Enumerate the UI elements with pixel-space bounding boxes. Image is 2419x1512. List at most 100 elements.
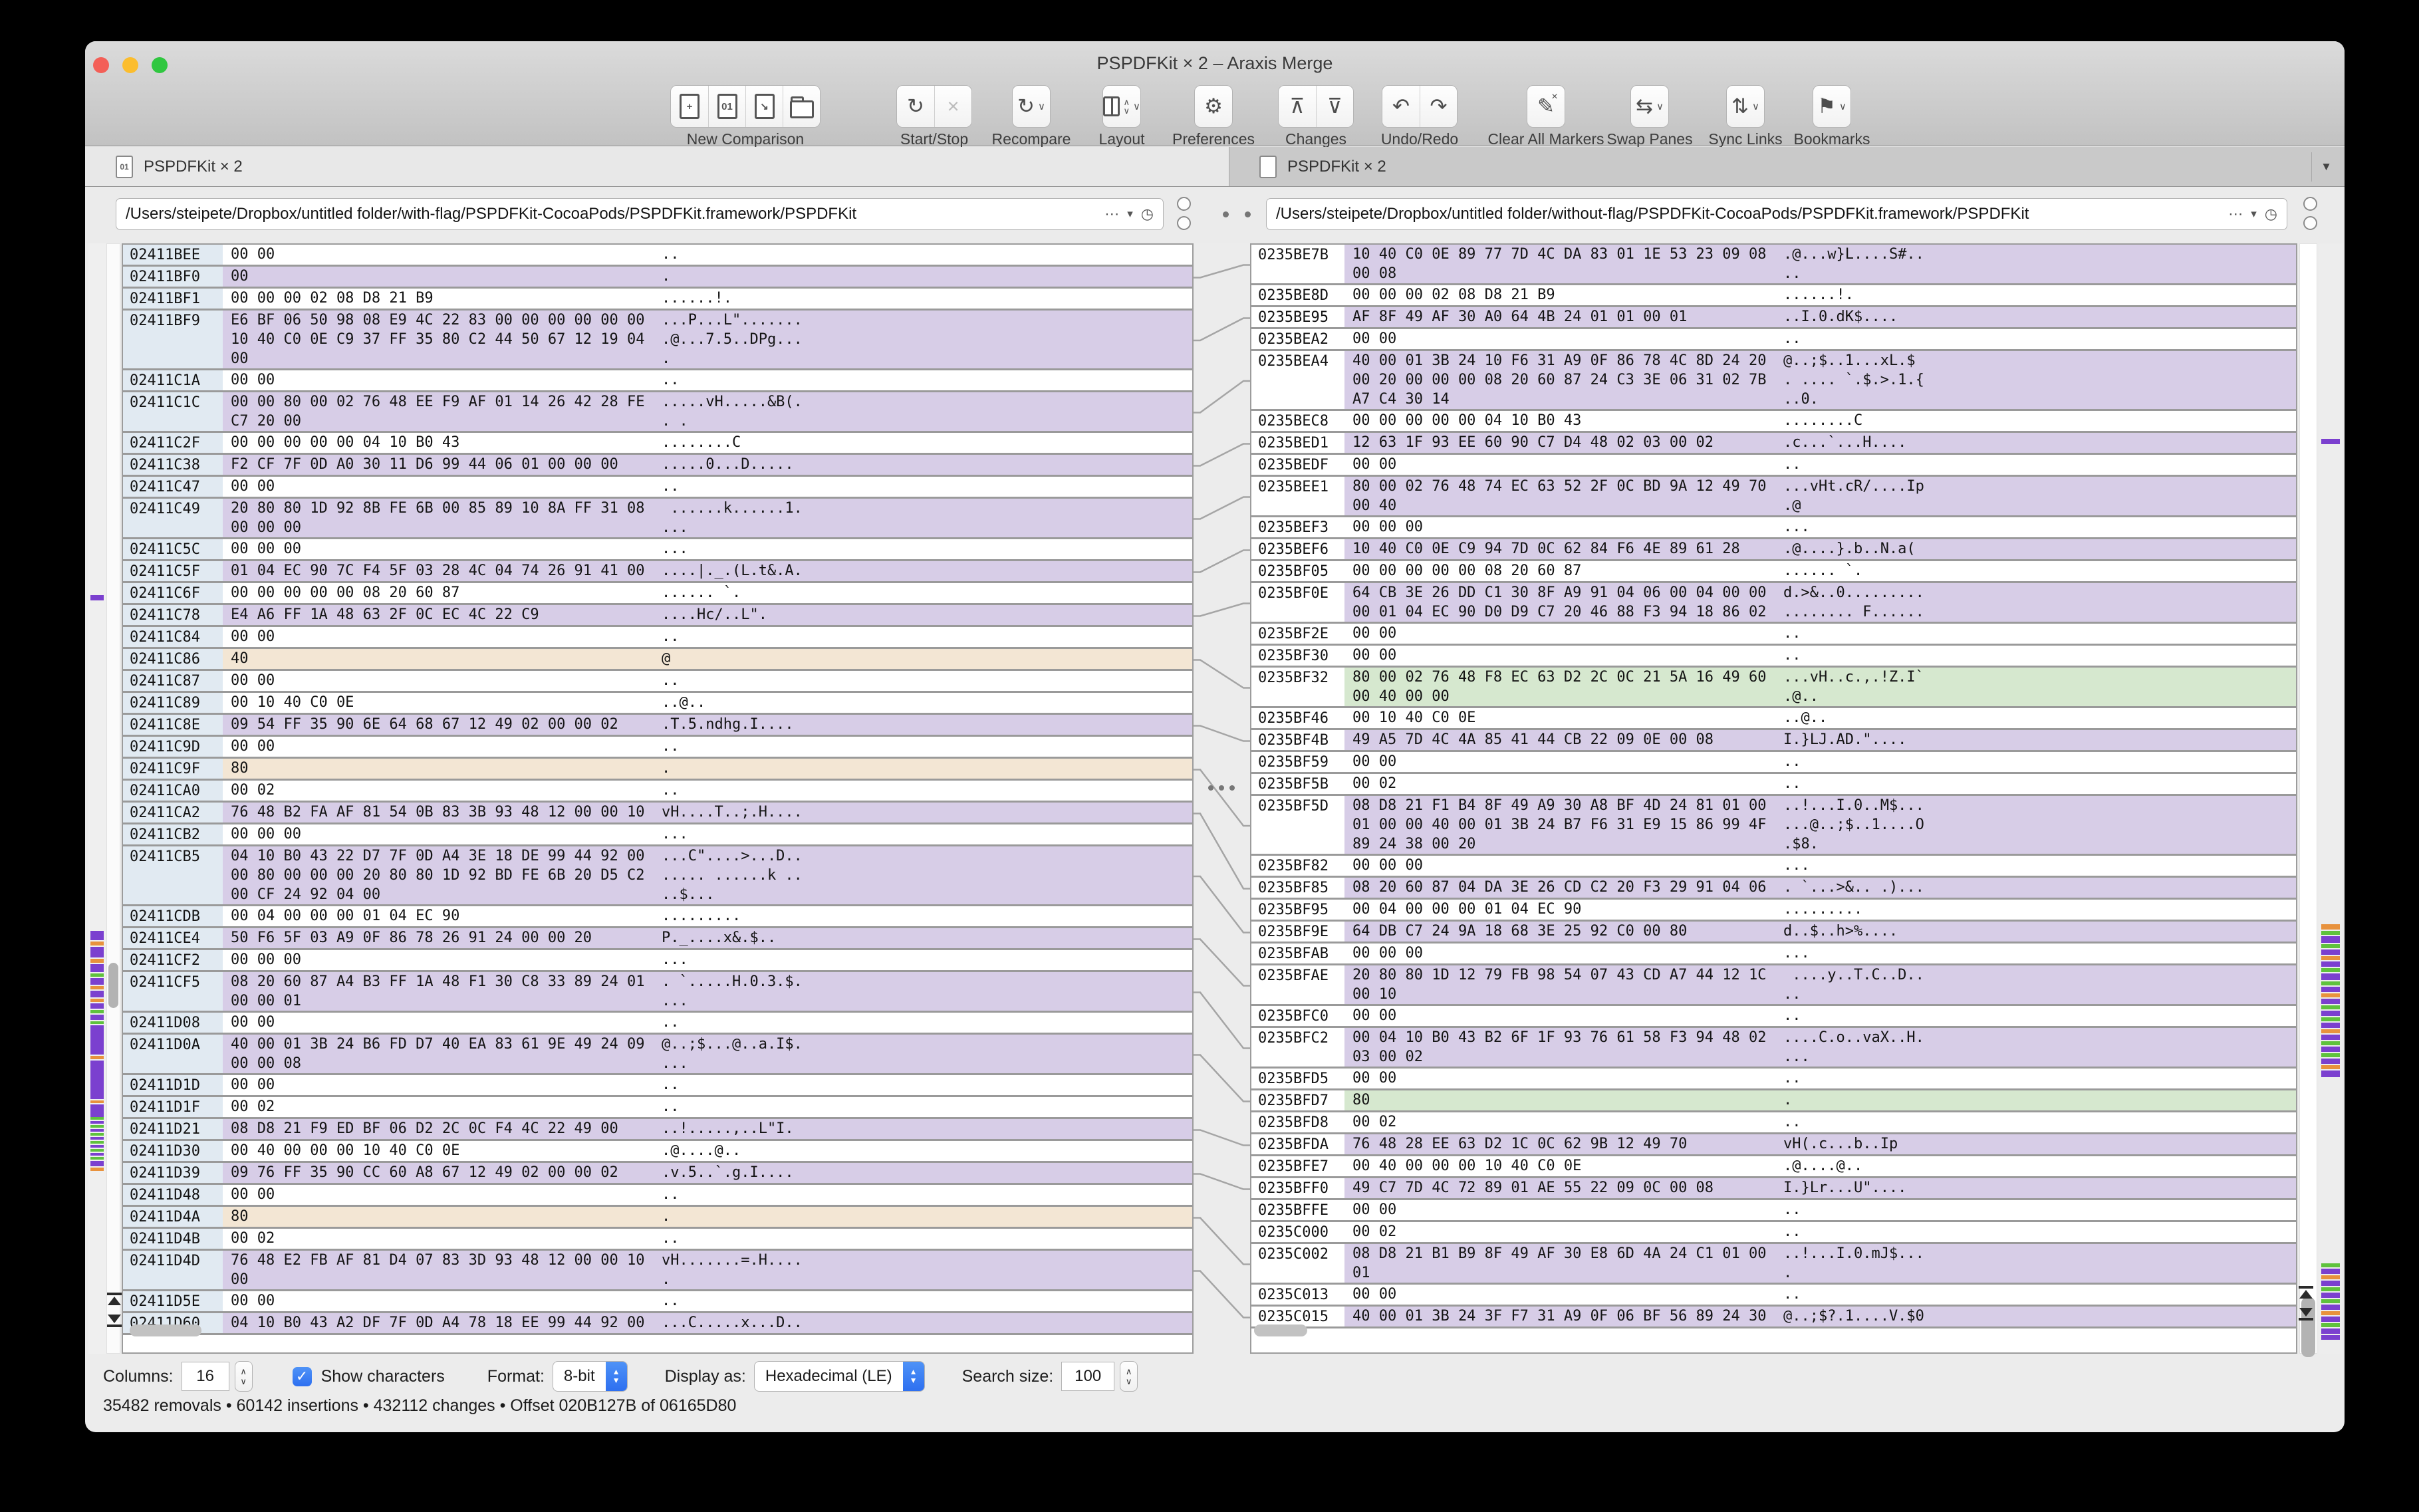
hex-row[interactable]: 0235BFAB00 00 00... xyxy=(1251,944,2296,965)
hex-row[interactable]: 02411CE450 F6 5F 03 A9 0F 86 78 26 91 24… xyxy=(123,928,1192,950)
right-file-path-field[interactable]: /Users/steipete/Dropbox/untitled folder/… xyxy=(1266,198,2287,230)
hex-row[interactable]: 02411C8700 00.. xyxy=(123,671,1192,693)
hex-row[interactable]: 0235BF2E00 00.. xyxy=(1251,624,2296,646)
left-pane-radio-bottom[interactable] xyxy=(1177,216,1191,230)
columns-input[interactable]: 16 xyxy=(182,1362,229,1391)
hex-row[interactable]: 0235BEF610 40 C0 0E C9 94 7D 0C 62 84 F6… xyxy=(1251,539,2296,561)
hex-row[interactable]: 02411D5E00 00.. xyxy=(123,1291,1192,1313)
hex-row[interactable]: 02411C1A00 00.. xyxy=(123,370,1192,392)
hex-row[interactable]: 0235BEE180 00 02 76 48 74 EC 63 52 2F 0C… xyxy=(1251,477,2296,517)
hex-row[interactable]: 02411D2108 D8 21 F9 ED BF 06 D2 2C 0C F4… xyxy=(123,1119,1192,1141)
hex-row[interactable]: 02411C8900 10 40 C0 0E..@.. xyxy=(123,693,1192,715)
clear-all-markers-button[interactable]: ✎× xyxy=(1527,86,1565,127)
hex-row[interactable]: 0235BFE700 40 00 00 00 10 40 C0 0E.@....… xyxy=(1251,1156,2296,1178)
hex-row[interactable]: 0235C00000 02.. xyxy=(1251,1222,2296,1244)
hex-row[interactable]: 0235BEF300 00 00... xyxy=(1251,517,2296,539)
start-button[interactable]: ↻ xyxy=(897,86,934,127)
hex-row[interactable]: 02411CB200 00 00... xyxy=(123,824,1192,846)
hex-row[interactable]: 0235BE95AF 8F 49 AF 30 A0 64 4B 24 01 01… xyxy=(1251,307,2296,329)
hex-row[interactable]: 0235BE8D00 00 00 02 08 D8 21 B9......!. xyxy=(1251,285,2296,307)
hex-row[interactable]: 0235BFDA76 48 28 EE 63 D2 1C 0C 62 9B 12… xyxy=(1251,1134,2296,1156)
hex-row[interactable]: 0235BED112 63 1F 93 EE 60 90 C7 D4 48 02… xyxy=(1251,433,2296,455)
hex-row[interactable]: 02411D4D76 48 E2 FB AF 81 D4 07 83 3D 93… xyxy=(123,1251,1192,1291)
left-file-path-field[interactable]: /Users/steipete/Dropbox/untitled folder/… xyxy=(116,198,1164,230)
tab-right-document[interactable]: PSPDFKit × 2 xyxy=(1259,147,1386,186)
right-pane-radio-bottom[interactable] xyxy=(2303,216,2317,230)
path-dropdown-icon[interactable]: ▾ xyxy=(2251,207,2257,221)
hex-row[interactable]: 0235BF9500 04 00 00 00 01 04 EC 90......… xyxy=(1251,900,2296,922)
hex-row[interactable]: 0235BF4600 10 40 C0 0E..@.. xyxy=(1251,708,2296,730)
right-vertical-scrollbar[interactable] xyxy=(2299,243,2317,1354)
search-size-input[interactable]: 100 xyxy=(1061,1362,1114,1391)
hex-row[interactable]: 0235BEA440 00 01 3B 24 10 F6 31 A9 0F 86… xyxy=(1251,351,2296,411)
hex-row[interactable]: 0235BFD780. xyxy=(1251,1090,2296,1112)
hex-row[interactable]: 0235BEDF00 00.. xyxy=(1251,455,2296,477)
hex-row[interactable]: 0235BF8200 00 00... xyxy=(1251,856,2296,878)
new-text-comparison-button[interactable]: + xyxy=(671,86,708,127)
layout-button[interactable]: ∧∨∨ xyxy=(1103,86,1140,127)
new-image-comparison-button[interactable]: ↘ xyxy=(745,86,783,127)
hex-row[interactable]: 02411D3909 76 FF 35 90 CC 60 A8 67 12 49… xyxy=(123,1163,1192,1185)
undo-button[interactable]: ↶ xyxy=(1382,86,1420,127)
right-change-overview-strip[interactable] xyxy=(2319,243,2342,1354)
hex-row[interactable]: 02411C5C00 00 00... xyxy=(123,539,1192,561)
new-binary-comparison-button[interactable]: 01 xyxy=(708,86,745,127)
hex-row[interactable]: 02411C4700 00.. xyxy=(123,477,1192,499)
hex-row[interactable]: 02411D4B00 02.. xyxy=(123,1229,1192,1251)
hex-row[interactable]: 0235BEA200 00.. xyxy=(1251,329,2296,351)
hex-row[interactable]: 02411D6004 10 B0 43 A2 DF 7F 0D A4 78 18… xyxy=(123,1313,1192,1335)
hex-row[interactable]: 02411CF508 20 60 87 A4 B3 FF 1A 48 F1 30… xyxy=(123,972,1192,1013)
hex-row[interactable]: 0235BF5B00 02.. xyxy=(1251,774,2296,796)
hex-row[interactable]: 02411CDB00 04 00 00 00 01 04 EC 90......… xyxy=(123,906,1192,928)
swap-panes-button[interactable]: ⇆∨ xyxy=(1631,86,1668,127)
redo-button[interactable]: ↷ xyxy=(1420,86,1457,127)
hex-row[interactable]: 02411C8640@ xyxy=(123,649,1192,671)
hex-row[interactable]: 0235BFC200 04 10 B0 43 B2 6F 1F 93 76 61… xyxy=(1251,1028,2296,1069)
hex-row[interactable]: 02411C8E09 54 FF 35 90 6E 64 68 67 12 49… xyxy=(123,715,1192,737)
hex-row[interactable]: 02411D1F00 02.. xyxy=(123,1097,1192,1119)
hex-row[interactable]: 02411BF9E6 BF 06 50 98 08 E9 4C 22 83 00… xyxy=(123,311,1192,370)
hex-row[interactable]: 02411D0A40 00 01 3B 24 B6 FD D7 40 EA 83… xyxy=(123,1035,1192,1075)
hex-row[interactable]: 02411CF200 00 00... xyxy=(123,950,1192,972)
stop-button[interactable]: × xyxy=(934,86,971,127)
recompare-button[interactable]: ↻∨ xyxy=(1013,86,1050,127)
hex-row[interactable]: 02411BF100 00 00 02 08 D8 21 B9......!. xyxy=(123,289,1192,311)
hex-row[interactable]: 02411D4800 00.. xyxy=(123,1185,1192,1207)
right-horizontal-scrollbar-thumb[interactable] xyxy=(1254,1324,1307,1336)
hex-row[interactable]: 02411CA000 02.. xyxy=(123,781,1192,803)
hex-row[interactable]: 02411C6F00 00 00 00 00 08 20 60 87......… xyxy=(123,583,1192,605)
left-pane-radio-top[interactable] xyxy=(1177,197,1191,211)
hex-row[interactable]: 02411D1D00 00.. xyxy=(123,1075,1192,1097)
left-scrollbar-thumb[interactable] xyxy=(108,963,118,1008)
hex-row[interactable]: 02411D3000 40 00 00 00 10 40 C0 0E.@....… xyxy=(123,1141,1192,1163)
search-size-stepper[interactable]: ∧∨ xyxy=(1120,1361,1138,1392)
ellipsis-icon[interactable]: ⋯ xyxy=(1104,205,1119,223)
tab-left-document[interactable]: 01 PSPDFKit × 2 xyxy=(116,147,243,186)
hex-row[interactable]: 02411C1C00 00 80 00 02 76 48 EE F9 AF 01… xyxy=(123,392,1192,433)
hex-row[interactable]: 0235BE7B10 40 C0 0E 89 77 7D 4C DA 83 01… xyxy=(1251,245,2296,285)
hex-row[interactable]: 0235BF5900 00.. xyxy=(1251,752,2296,774)
hex-row[interactable]: 0235BFFE00 00.. xyxy=(1251,1200,2296,1222)
path-dropdown-icon[interactable]: ▾ xyxy=(1127,207,1133,221)
hex-row[interactable]: 02411C9F80. xyxy=(123,759,1192,781)
hex-row[interactable]: 02411CA276 48 B2 FA AF 81 54 0B 83 3B 93… xyxy=(123,803,1192,824)
hex-row[interactable]: 02411D4A80. xyxy=(123,1207,1192,1229)
hex-row[interactable]: 02411BF000. xyxy=(123,267,1192,289)
hex-row[interactable]: 02411C38F2 CF 7F 0D A0 30 11 D6 99 44 06… xyxy=(123,455,1192,477)
hex-row[interactable]: 02411BEE00 00.. xyxy=(123,245,1192,267)
hex-row[interactable]: 02411C5F01 04 EC 90 7C F4 5F 03 28 4C 04… xyxy=(123,561,1192,583)
hex-row[interactable]: 0235BFAE20 80 80 1D 12 79 FB 98 54 07 43… xyxy=(1251,965,2296,1006)
hex-row[interactable]: 02411C8400 00.. xyxy=(123,627,1192,649)
columns-stepper[interactable]: ∧∨ xyxy=(235,1361,253,1392)
hex-row[interactable]: 02411C4920 80 80 1D 92 8B FE 6B 00 85 89… xyxy=(123,499,1192,539)
hex-row[interactable]: 0235BF3280 00 02 76 48 F8 EC 63 D2 2C 0C… xyxy=(1251,668,2296,708)
hex-row[interactable]: 0235BF5D08 D8 21 F1 B4 8F 49 A9 30 A8 BF… xyxy=(1251,796,2296,856)
display-as-select[interactable]: Hexadecimal (LE) ▲▼ xyxy=(754,1361,925,1392)
hex-row[interactable]: 02411C9D00 00.. xyxy=(123,737,1192,759)
new-folder-comparison-button[interactable] xyxy=(783,86,820,127)
hex-row[interactable]: 0235C01540 00 01 3B 24 3F F7 31 A9 0F 06… xyxy=(1251,1307,2296,1328)
hex-row[interactable]: 0235C00208 D8 21 B1 B9 8F 49 AF 30 E8 6D… xyxy=(1251,1244,2296,1285)
left-vertical-scrollbar[interactable] xyxy=(106,243,120,1354)
sync-links-button[interactable]: ⇅∨ xyxy=(1727,86,1764,127)
hex-row[interactable]: 0235C01300 00.. xyxy=(1251,1285,2296,1307)
